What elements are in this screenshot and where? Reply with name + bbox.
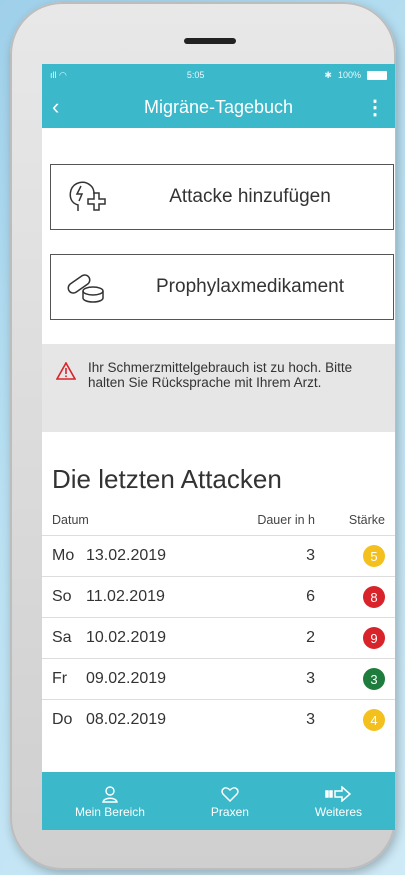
status-right: ✱ 100% (324, 70, 387, 81)
app-screen: ıll ◠ 5:05 ✱ 100% ‹ Migräne-Tagebuch ⋮ A… (42, 64, 395, 830)
table-row[interactable]: Fr 09.02.2019 3 3 (42, 658, 395, 699)
tab-more-label: Weiteres (314, 805, 362, 819)
tab-practices-label: Praxen (210, 805, 249, 819)
strength-badge: 5 (363, 545, 385, 567)
row-duration: 3 (306, 711, 315, 728)
tab-practices[interactable]: Praxen (211, 783, 249, 819)
row-day: Sa (52, 629, 72, 646)
prophylaxis-medication-button[interactable]: Prophylaxmedikament (50, 254, 394, 320)
add-attack-button[interactable]: Attacke hinzufügen (50, 164, 394, 230)
table-row[interactable]: Do 08.02.2019 3 4 (42, 699, 395, 740)
row-date: 13.02.2019 (86, 547, 167, 564)
attacks-heading: Die letzten Attacken (52, 464, 282, 494)
warning-triangle-icon (55, 361, 77, 385)
row-duration: 3 (306, 547, 315, 564)
arrow-right-icon (325, 783, 352, 805)
status-time: 5:05 (186, 70, 205, 80)
bottom-tab-bar: Mein Bereich Praxen Weiteres (42, 772, 395, 830)
col-date: Datum (52, 513, 89, 527)
row-day: Fr (52, 670, 68, 687)
add-attack-label: Attacke hinzufügen (169, 186, 331, 207)
warning-text: Ihr Schmerzmittelgebrauch ist zu hoch. B… (88, 360, 353, 390)
signal-wifi-icon: ıll ◠ (50, 69, 67, 80)
row-duration: 6 (306, 588, 315, 605)
chevron-left-icon[interactable]: ‹ (52, 94, 72, 120)
strength-badge: 4 (363, 709, 385, 731)
status-bar: ıll ◠ 5:05 ✱ 100% (42, 64, 395, 86)
battery-icon (367, 70, 387, 80)
app-bar: ‹ Migräne-Tagebuch ⋮ (42, 86, 395, 128)
row-duration: 2 (306, 629, 315, 646)
attacks-table: Mo 13.02.2019 3 5 So 11.02.2019 6 8 Sa 1… (42, 535, 395, 740)
bluetooth-icon: ✱ (324, 69, 332, 80)
battery-percent: 100% (337, 70, 361, 80)
table-row[interactable]: Sa 10.02.2019 2 9 (42, 617, 395, 658)
more-vertical-icon[interactable]: ⋮ (365, 95, 385, 120)
row-day: So (52, 588, 72, 605)
prophylaxis-label: Prophylaxmedikament (156, 276, 344, 297)
row-date: 10.02.2019 (86, 629, 167, 646)
row-date: 11.02.2019 (86, 588, 165, 605)
action-list: Attacke hinzufügen Prophylaxmedikament (42, 128, 395, 320)
col-duration: Dauer in h (257, 513, 315, 527)
strength-badge: 9 (363, 627, 385, 649)
col-strength: Stärke (348, 513, 385, 527)
row-date: 09.02.2019 (86, 670, 167, 687)
strength-badge: 8 (363, 586, 385, 608)
phone-speaker (184, 38, 236, 44)
head-lightning-plus-icon (51, 177, 121, 217)
pills-icon (51, 267, 121, 307)
table-row[interactable]: So 11.02.2019 6 8 (42, 576, 395, 617)
page-title: Migräne-Tagebuch (143, 96, 294, 117)
table-row[interactable]: Mo 13.02.2019 3 5 (42, 535, 395, 576)
row-date: 08.02.2019 (86, 711, 167, 728)
person-icon (101, 783, 119, 805)
row-duration: 3 (306, 670, 315, 687)
row-day: Mo (52, 547, 75, 564)
tab-my-area[interactable]: Mein Bereich (75, 783, 145, 819)
tab-more[interactable]: Weiteres (315, 783, 362, 819)
row-day: Do (52, 711, 73, 728)
attacks-table-header: Datum Dauer in h Stärke (42, 513, 395, 535)
tab-my-area-label: Mein Bereich (74, 805, 145, 819)
warning-banner: Ihr Schmerzmittelgebrauch ist zu hoch. B… (42, 344, 395, 432)
phone-frame: ıll ◠ 5:05 ✱ 100% ‹ Migräne-Tagebuch ⋮ A… (10, 2, 396, 870)
strength-badge: 3 (363, 668, 385, 690)
heart-icon (221, 783, 239, 805)
